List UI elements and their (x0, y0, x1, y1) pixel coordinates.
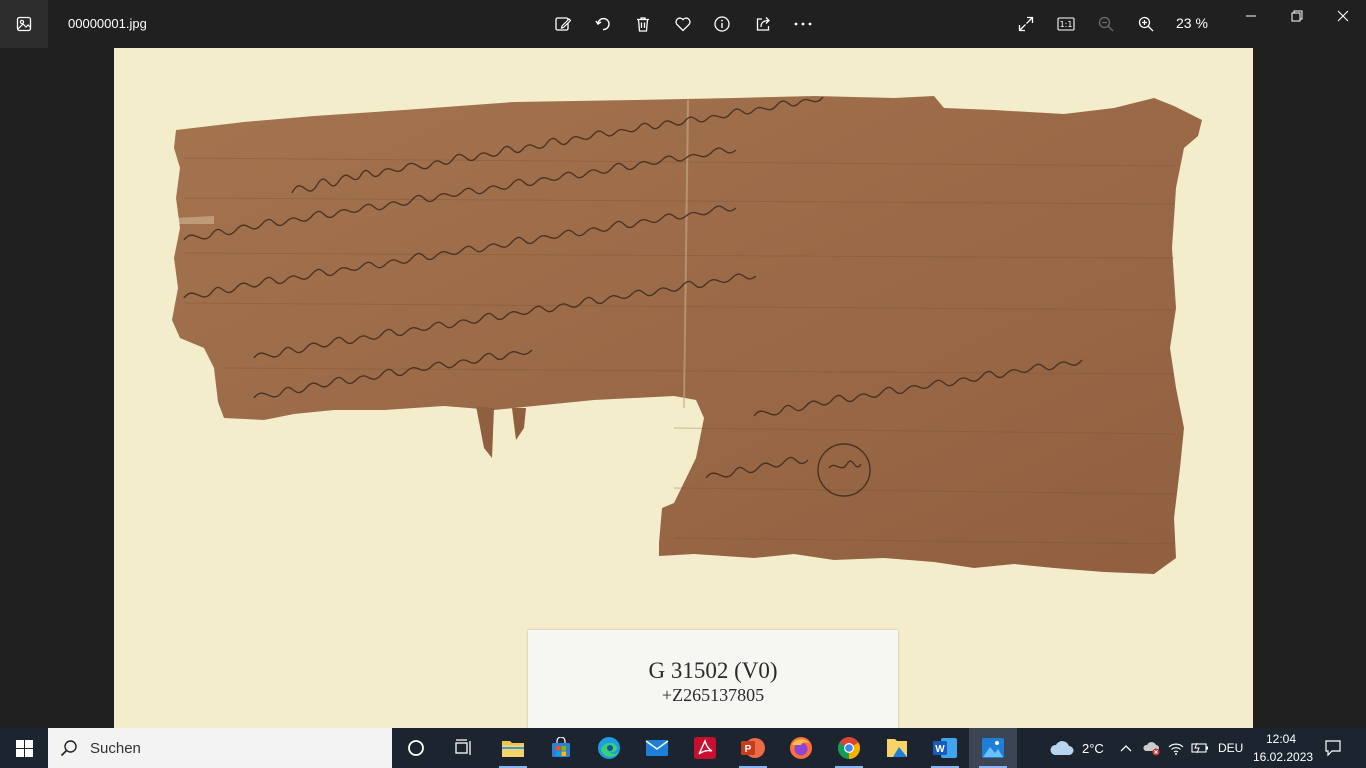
mail-icon[interactable] (633, 728, 681, 768)
notifications-icon[interactable] (1318, 728, 1348, 768)
catalog-label: G 31502 (V0) +Z265137805 (528, 630, 898, 728)
papyrus-image (172, 96, 1202, 574)
microsoft-store-icon[interactable] (537, 728, 585, 768)
rotate-icon[interactable] (589, 10, 617, 38)
file-name: 00000001.jpg (68, 16, 147, 31)
close-button[interactable] (1320, 0, 1366, 32)
acrobat-reader-icon[interactable] (681, 728, 729, 768)
zoom-level[interactable]: 23 % (1176, 15, 1208, 31)
label-line-2: +Z265137805 (661, 685, 765, 705)
share-icon[interactable] (749, 10, 777, 38)
powerpoint-icon[interactable]: P (729, 728, 777, 768)
photos-app-icon[interactable] (0, 0, 48, 48)
cloud-sync-error-icon[interactable] (1140, 728, 1164, 768)
task-view-icon[interactable] (440, 728, 488, 768)
minimize-button[interactable] (1228, 0, 1274, 32)
delete-icon[interactable] (629, 10, 657, 38)
svg-text:1:1: 1:1 (1060, 20, 1073, 29)
restore-button[interactable] (1274, 0, 1320, 32)
weather-temperature[interactable]: 2°C (1082, 741, 1104, 756)
windows-start-icon[interactable] (0, 728, 48, 768)
edge-browser-icon[interactable] (585, 728, 633, 768)
svg-text:P: P (745, 744, 752, 755)
photos-app-taskbar-icon[interactable] (969, 728, 1017, 768)
chevron-up-icon[interactable] (1114, 728, 1138, 768)
edit-image-icon[interactable] (549, 10, 577, 38)
battery-icon[interactable] (1188, 728, 1212, 768)
weather-cloud-icon[interactable] (1046, 728, 1078, 768)
zoom-out-icon[interactable] (1092, 10, 1120, 38)
zoom-in-icon[interactable] (1132, 10, 1160, 38)
file-explorer-icon[interactable] (489, 728, 537, 768)
fullscreen-icon[interactable] (1012, 10, 1040, 38)
image-viewport[interactable]: G 31502 (V0) +Z265137805 (114, 48, 1253, 728)
svg-text:W: W (935, 744, 945, 755)
taskbar-search-box[interactable]: Suchen (48, 728, 392, 768)
word-icon[interactable]: W (921, 728, 969, 768)
chrome-icon[interactable] (825, 728, 873, 768)
firefox-icon[interactable] (777, 728, 825, 768)
search-icon (60, 740, 77, 757)
favorite-icon[interactable] (669, 10, 697, 38)
keyboard-language[interactable]: DEU (1218, 741, 1243, 755)
label-line-1: G 31502 (V0) (648, 658, 778, 683)
file-manager-icon[interactable] (873, 728, 921, 768)
search-placeholder: Suchen (90, 739, 141, 757)
cortana-icon[interactable] (392, 728, 440, 768)
clock-time[interactable]: 12:04 (1266, 732, 1296, 746)
wifi-icon[interactable] (1164, 728, 1188, 768)
actual-size-button[interactable]: 1:1 (1052, 10, 1080, 38)
info-icon[interactable] (708, 10, 736, 38)
taskbar: Suchen P W 2°C DEU 12:04 16.02.2023 (0, 728, 1366, 768)
title-bar: 00000001.jpg 1:1 23 % (0, 0, 1366, 48)
clock-date[interactable]: 16.02.2023 (1253, 750, 1313, 764)
more-icon[interactable] (789, 10, 817, 38)
